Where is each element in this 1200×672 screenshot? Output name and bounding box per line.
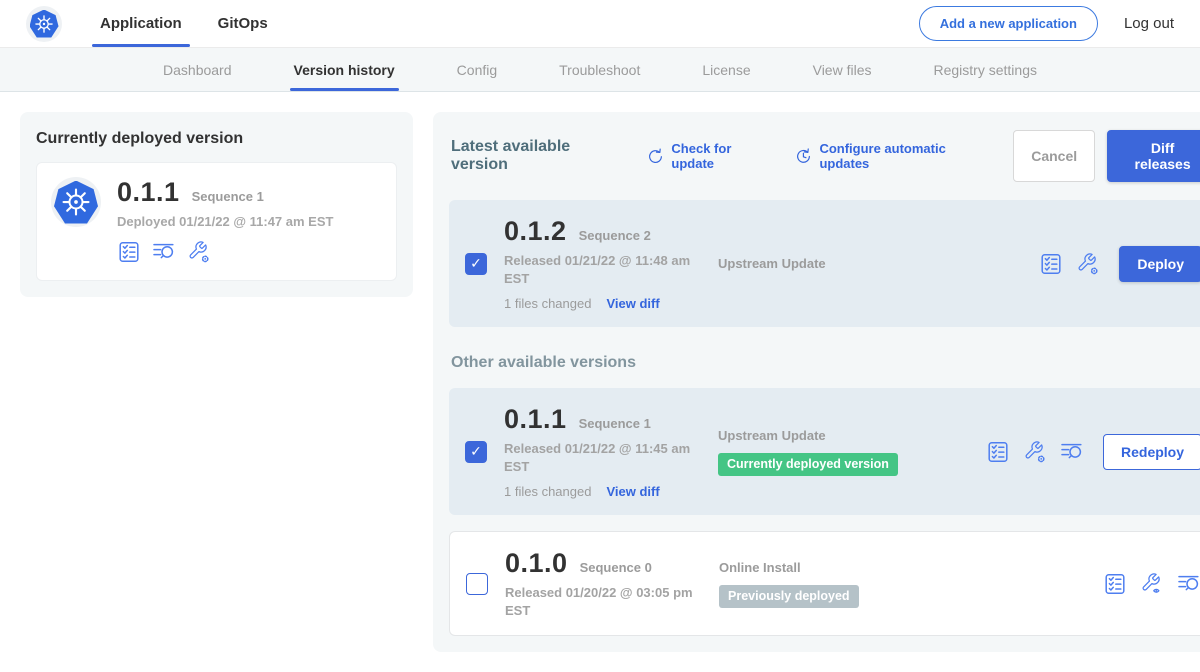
view-logs-icon[interactable] <box>1060 440 1084 464</box>
version-checkbox[interactable] <box>465 441 487 463</box>
top-nav-tabs: Application GitOps <box>100 0 268 47</box>
sequence-label: Sequence 0 <box>580 560 652 575</box>
sequence-label: Sequence 2 <box>579 228 651 243</box>
version-actions: Redeploy <box>986 434 1200 470</box>
version-checkbox[interactable] <box>465 253 487 275</box>
config-view-icon[interactable] <box>1140 572 1164 596</box>
cancel-button[interactable]: Cancel <box>1013 130 1095 182</box>
files-changed-label: 1 files changed <box>504 484 591 499</box>
previously-deployed-badge: Previously deployed <box>719 585 859 608</box>
version-info: 0.1.2 Sequence 2 Released 01/21/22 @ 11:… <box>504 216 718 311</box>
sequence-label: Sequence 1 <box>579 416 651 431</box>
released-timestamp: Released 01/20/22 @ 03:05 pm EST <box>505 584 701 619</box>
deployed-app-logo <box>51 177 101 227</box>
version-checkbox[interactable] <box>466 573 488 595</box>
tab-config[interactable]: Config <box>457 48 497 91</box>
preflight-checklist-icon[interactable] <box>986 440 1010 464</box>
source-label: Online Install <box>719 560 987 575</box>
configure-automatic-updates-link[interactable]: Configure automatic updates <box>794 141 991 171</box>
configure-automatic-updates-label: Configure automatic updates <box>819 141 991 171</box>
version-row: 0.1.2 Sequence 2 Released 01/21/22 @ 11:… <box>449 200 1200 327</box>
top-nav: Application GitOps Add a new application… <box>0 0 1200 48</box>
preflight-checklist-icon[interactable] <box>1039 252 1063 276</box>
app-logo[interactable] <box>26 6 62 42</box>
kubernetes-logo-icon <box>54 181 98 224</box>
preflight-checklist-icon[interactable] <box>1103 572 1127 596</box>
available-versions-panel: Latest available version Check for updat… <box>433 112 1200 652</box>
currently-deployed-badge: Currently deployed version <box>718 453 898 476</box>
refresh-icon <box>646 147 665 166</box>
deployed-version-details: 0.1.1 Sequence 1 Deployed 01/21/22 @ 11:… <box>117 177 333 264</box>
version-number: 0.1.2 <box>504 216 567 247</box>
version-actions <box>1103 572 1200 596</box>
preflight-checklist-icon[interactable] <box>117 240 141 264</box>
check-for-update-label: Check for update <box>671 141 772 171</box>
main-content: Currently deployed version 0.1.1 Sequenc… <box>0 92 1200 672</box>
edit-config-icon[interactable] <box>1076 252 1100 276</box>
clock-refresh-icon <box>794 147 813 166</box>
view-logs-icon[interactable] <box>1177 572 1200 596</box>
version-info: 0.1.1 Sequence 1 Released 01/21/22 @ 11:… <box>504 404 718 499</box>
latest-available-title: Latest available version <box>451 138 624 174</box>
available-versions-header: Latest available version Check for updat… <box>449 128 1200 184</box>
check-for-update-link[interactable]: Check for update <box>646 141 772 171</box>
deployed-timestamp: Deployed 01/21/22 @ 11:47 am EST <box>117 214 333 229</box>
kubernetes-logo-icon <box>30 10 59 38</box>
version-actions: Deploy <box>1039 246 1200 282</box>
version-number: 0.1.1 <box>504 404 567 435</box>
tab-version-history[interactable]: Version history <box>294 48 395 91</box>
version-source: Upstream Update <box>718 256 986 271</box>
header-buttons: Cancel Diff releases <box>1013 130 1200 182</box>
released-timestamp: Released 01/21/22 @ 11:45 am EST <box>504 440 700 475</box>
currently-deployed-title: Currently deployed version <box>36 130 397 148</box>
files-changed-label: 1 files changed <box>504 296 591 311</box>
deployed-version-card: 0.1.1 Sequence 1 Deployed 01/21/22 @ 11:… <box>36 162 397 281</box>
view-logs-icon[interactable] <box>152 240 176 264</box>
version-source: Upstream Update Currently deployed versi… <box>718 428 986 476</box>
app-sub-nav: Dashboard Version history Config Trouble… <box>0 48 1200 92</box>
source-label: Upstream Update <box>718 428 986 443</box>
deployed-sequence-label: Sequence 1 <box>192 189 264 204</box>
tab-license[interactable]: License <box>702 48 750 91</box>
tab-registry-settings[interactable]: Registry settings <box>934 48 1037 91</box>
tab-application[interactable]: Application <box>100 0 182 47</box>
deployed-version-number: 0.1.1 <box>117 177 180 208</box>
edit-config-icon[interactable] <box>1023 440 1047 464</box>
redeploy-button[interactable]: Redeploy <box>1103 434 1200 470</box>
currently-deployed-card: Currently deployed version 0.1.1 Sequenc… <box>20 112 413 297</box>
view-diff-link[interactable]: View diff <box>606 296 659 311</box>
tab-gitops[interactable]: GitOps <box>218 0 268 47</box>
source-label: Upstream Update <box>718 256 986 271</box>
other-versions-title: Other available versions <box>451 354 1200 372</box>
version-row: 0.1.1 Sequence 1 Released 01/21/22 @ 11:… <box>449 388 1200 515</box>
tab-troubleshoot[interactable]: Troubleshoot <box>559 48 640 91</box>
version-info: 0.1.0 Sequence 0 Released 01/20/22 @ 03:… <box>505 548 719 619</box>
logout-button[interactable]: Log out <box>1124 15 1174 32</box>
diff-releases-button[interactable]: Diff releases <box>1107 130 1200 182</box>
released-timestamp: Released 01/21/22 @ 11:48 am EST <box>504 252 700 287</box>
tab-view-files[interactable]: View files <box>813 48 872 91</box>
version-number: 0.1.0 <box>505 548 568 579</box>
version-row: 0.1.0 Sequence 0 Released 01/20/22 @ 03:… <box>449 531 1200 636</box>
add-application-button[interactable]: Add a new application <box>919 6 1098 41</box>
view-diff-link[interactable]: View diff <box>606 484 659 499</box>
edit-config-icon[interactable] <box>187 240 211 264</box>
deploy-button[interactable]: Deploy <box>1119 246 1200 282</box>
tab-dashboard[interactable]: Dashboard <box>163 48 232 91</box>
version-source: Online Install Previously deployed <box>719 560 987 608</box>
